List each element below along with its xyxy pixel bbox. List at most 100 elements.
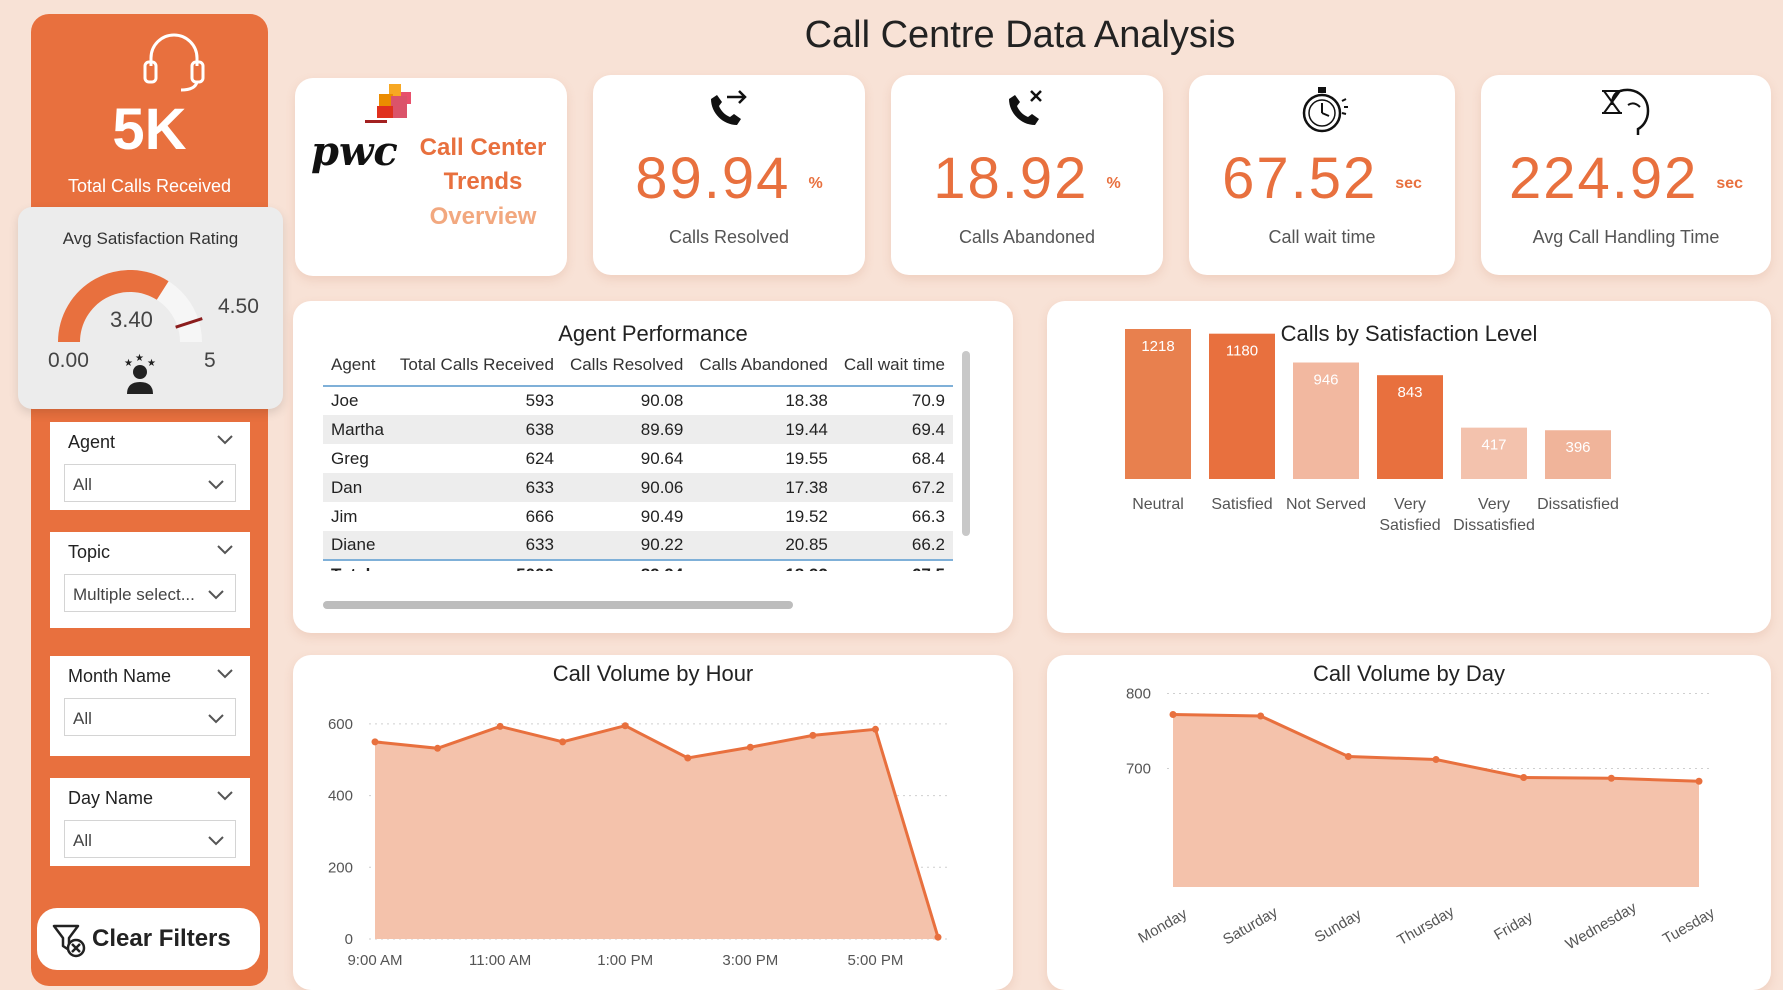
data-point — [684, 754, 692, 762]
day-chart-card: Call Volume by Day 700 800 Monday Saturday S… — [1047, 655, 1771, 990]
x-tick-label: 9:00 AM — [347, 952, 402, 969]
agent-table[interactable]: Agent Total Calls Received Calls Resolve… — [323, 351, 991, 571]
agent-table-title: Agent Performance — [558, 321, 748, 346]
data-point — [934, 933, 942, 941]
data-label: 946 — [1313, 371, 1338, 388]
month-slicer-label: Month Name — [68, 666, 172, 686]
phone-missed-icon — [1009, 90, 1042, 125]
cell: 68.4 — [911, 448, 945, 468]
data-point — [1344, 753, 1352, 760]
category-label: Very — [1478, 496, 1510, 513]
x-tick-label: 11:00 AM — [469, 952, 531, 969]
gauge-max: 5 — [204, 349, 216, 372]
data-point — [1607, 774, 1615, 782]
satisfaction-chart-card: Calls by Satisfaction Level 1218 Neutral 1… — [1047, 301, 1771, 633]
svg-text:★: ★ — [124, 358, 133, 369]
headset-icon — [143, 33, 205, 92]
column-header[interactable]: Calls Resolved — [561, 351, 692, 387]
cell: Jim — [331, 506, 358, 526]
data-label: 1180 — [1226, 343, 1258, 360]
chevron-down-icon[interactable] — [216, 432, 234, 446]
cell: 89.94 — [561, 559, 692, 571]
cell: 90.06 — [561, 473, 692, 502]
x-tick-label: Saturday — [1220, 903, 1281, 948]
data-label: 417 — [1481, 437, 1506, 454]
y-tick-label: 700 — [1126, 761, 1151, 778]
chevron-down-icon[interactable] — [216, 542, 234, 556]
satisfaction-gauge-card[interactable]: Avg Satisfaction Rating ★ ★ ★ 3.40 4.50 … — [18, 207, 283, 409]
chevron-down-icon[interactable] — [216, 788, 234, 802]
table-row[interactable]: Greg 624 90.64 19.55 68.4 — [323, 444, 953, 473]
logo-card: pwc Call Center Trends Overview — [295, 78, 567, 276]
svg-text:★: ★ — [135, 353, 144, 364]
clear-filters-button[interactable]: Clear Filters — [37, 908, 260, 970]
column-header[interactable]: Total Calls Received — [391, 351, 562, 387]
table-row[interactable]: Joe 593 90.08 18.38 70.9 — [323, 386, 953, 415]
day-slicer-label: Day Name — [68, 788, 154, 808]
data-label: 843 — [1397, 384, 1422, 401]
category-label: Dissatisfied — [1453, 517, 1535, 534]
cell: 593 — [525, 391, 554, 410]
y-tick-label: 400 — [328, 788, 353, 805]
data-point — [371, 738, 379, 746]
data-point — [1520, 774, 1528, 781]
page-title: Call Centre Data Analysis — [804, 14, 1236, 56]
month-slicer: Month Name All — [50, 656, 250, 756]
topic-slicer-label: Topic — [68, 542, 111, 562]
total-calls-label: Total Calls Received — [67, 176, 232, 196]
month-dropdown[interactable]: All — [64, 698, 236, 736]
cell: 66.3 — [911, 506, 945, 526]
cell: 638 — [391, 415, 562, 444]
hourglass-head-icon — [1602, 88, 1650, 135]
chevron-down-icon — [208, 590, 224, 600]
cell: 70.9 — [911, 391, 945, 410]
x-tick-label: Monday — [1135, 905, 1190, 947]
y-tick-label: 800 — [1126, 686, 1151, 703]
cell: 17.38 — [691, 473, 836, 502]
column-header[interactable]: Call wait time — [835, 351, 953, 387]
logo-line-3: Overview — [429, 203, 537, 230]
table-header-row: Agent Total Calls Received Calls Resolve… — [323, 351, 953, 387]
topic-dropdown[interactable]: Multiple select... — [64, 574, 236, 612]
phone-forward-icon — [711, 90, 747, 125]
column-header[interactable]: Agent — [323, 351, 392, 387]
cell: 67.2 — [835, 473, 953, 502]
pwc-logo-mark — [365, 84, 411, 123]
kpi-value: 67.52 sec — [1222, 146, 1422, 211]
agent-slicer-label: Agent — [68, 432, 116, 452]
kpi-value: 18.92% — [933, 146, 1121, 211]
y-tick-label: 200 — [328, 859, 353, 876]
column-header[interactable]: Calls Abandoned — [691, 351, 836, 387]
cell: 666 — [525, 506, 554, 526]
cell: 19.55 — [785, 448, 828, 468]
table-row[interactable]: Diane 633 90.22 20.85 66.2 — [323, 531, 953, 560]
day-area-chart: 700 800 Monday Saturday Sunday Thursday Friday… — [1126, 686, 1718, 954]
table-row[interactable]: Dan 633 90.06 17.38 67.2 — [323, 473, 953, 502]
horizontal-scrollbar[interactable] — [323, 601, 793, 609]
day-dropdown[interactable]: All — [64, 820, 236, 858]
cell: Joe — [331, 391, 359, 410]
table-row[interactable]: Jim 666 90.49 19.52 66.3 — [323, 502, 953, 531]
kpi-label: Calls Resolved — [668, 227, 790, 247]
category-label: Very — [1394, 496, 1426, 513]
kpi-avg-handling-time: 224.92 sec Avg Call Handling Time — [1481, 75, 1771, 275]
cell: 5000 — [391, 559, 562, 571]
data-point — [1169, 711, 1177, 718]
customer-rating-icon: ★ ★ ★ — [124, 353, 156, 394]
agent-dropdown[interactable]: All — [64, 464, 236, 502]
data-point — [871, 725, 879, 733]
chevron-down-icon[interactable] — [216, 666, 234, 680]
vertical-scrollbar[interactable] — [962, 351, 970, 536]
total-calls-value: 5K — [112, 97, 187, 162]
data-point — [746, 743, 754, 751]
svg-text:★: ★ — [147, 358, 156, 369]
chevron-down-icon — [208, 480, 224, 490]
agent-performance-card: Agent Performance Agent Total Calls Rece… — [293, 301, 1013, 633]
table-row[interactable]: Martha 638 89.69 19.44 69.4 — [323, 415, 953, 444]
data-point — [496, 722, 504, 730]
x-tick-label: Wednesday — [1563, 899, 1640, 953]
gauge-value: 3.40 — [110, 307, 153, 332]
cell: 18.38 — [785, 391, 828, 410]
day-slicer: Day Name All — [50, 778, 250, 866]
data-point — [1695, 777, 1703, 785]
